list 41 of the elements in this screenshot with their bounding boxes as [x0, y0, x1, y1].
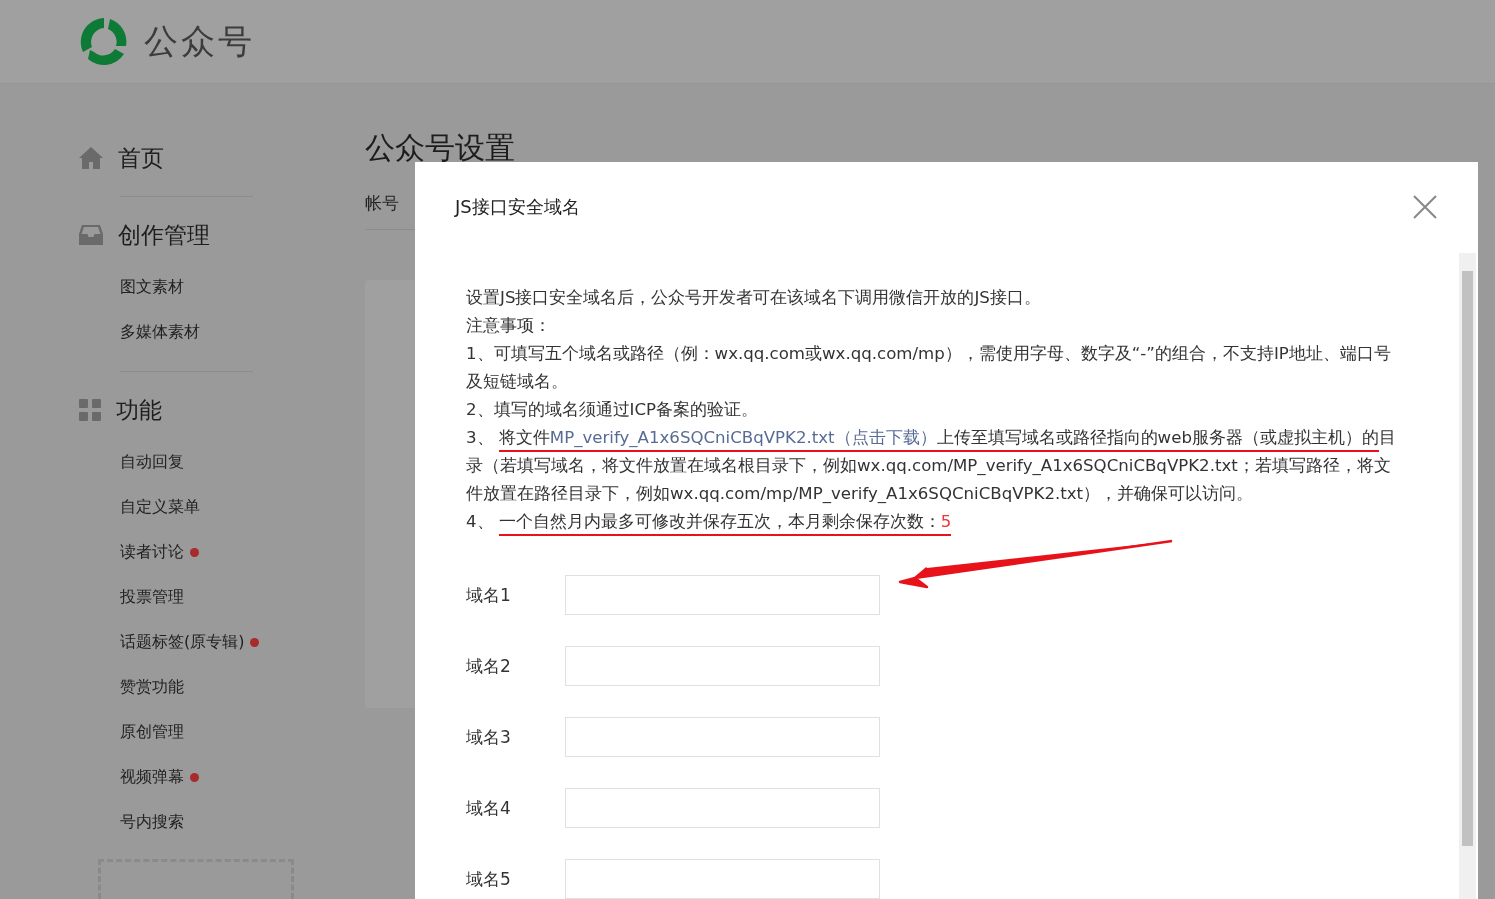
- notes-heading: 注意事项：: [466, 315, 552, 337]
- sidebar-section[interactable]: 首页: [78, 136, 365, 180]
- inbox-icon: [78, 224, 104, 246]
- sidebar-section[interactable]: 功能: [78, 388, 365, 432]
- download-link[interactable]: MP_verify_A1x6SQCniCBqVPK2.txt（点击下载）: [549, 428, 937, 447]
- logo-text: 公众号: [144, 19, 255, 63]
- field-label: 域名3: [466, 726, 512, 749]
- domain-input[interactable]: [565, 859, 880, 899]
- field-label: 域名2: [466, 655, 512, 678]
- sidebar-item[interactable]: 赞赏功能: [120, 677, 184, 698]
- sidebar-item[interactable]: 自定义菜单: [120, 497, 200, 518]
- domain-input[interactable]: [565, 575, 880, 615]
- scrollbar[interactable]: [1459, 253, 1476, 899]
- sidebar-item[interactable]: 投票管理: [120, 587, 184, 608]
- domain-input[interactable]: [565, 788, 880, 828]
- note-text: 2、填写的域名须通过ICP备案的验证。: [466, 399, 760, 421]
- tab[interactable]: 帐号: [365, 193, 399, 213]
- dialog-title: JS接口安全域名: [455, 195, 580, 219]
- note-text: 4、 一个自然月内最多可修改并保存五次，本月剩余保存次数：5: [466, 508, 1405, 536]
- field-label: 域名5: [466, 868, 512, 891]
- domain-input[interactable]: [565, 646, 880, 686]
- close-button[interactable]: [1412, 194, 1438, 220]
- note-text: 3、 将文件MP_verify_A1x6SQCniCBqVPK2.txt（点击下载）上传至填写域名或路径指向的web服务器（或虚拟主机）的目录（若填写域名，将文件放置在域名根目录下，例如wx.qq.com/MP_verify_A1x6SQCniCBqVPK2.txt；若填写路径，将文件放置在路径目录下，例如wx.qq.com/mp/MP_verify_A1x6SQCniCBqVPK2.txt），并确保可以访问。: [466, 427, 1397, 505]
- sidebar-item[interactable]: 多媒体素材: [120, 322, 200, 343]
- sidebar-item[interactable]: 读者讨论: [120, 542, 184, 563]
- sidebar-item[interactable]: 号内搜索: [120, 812, 184, 833]
- sidebar-section[interactable]: 创作管理: [78, 213, 365, 257]
- sidebar-item[interactable]: 图文素材: [120, 277, 184, 298]
- sidebar-item[interactable]: 视频弹幕: [120, 767, 184, 788]
- remaining-count: 5: [940, 512, 952, 531]
- grid-icon: [78, 398, 102, 422]
- sidebar-item[interactable]: 原创管理: [120, 722, 184, 743]
- sidebar-item[interactable]: 话题标签(原专辑): [120, 632, 245, 653]
- domain-input[interactable]: [565, 717, 880, 757]
- field-label: 域名4: [466, 797, 512, 820]
- intro-text: 设置JS接口安全域名后，公众号开发者可在该域名下调用微信开放的JS接口。: [466, 287, 1042, 309]
- page-title: 公众号设置: [365, 129, 516, 167]
- field-label: 域名1: [466, 584, 512, 607]
- note-text: 1、可填写五个域名或路径（例：wx.qq.com或wx.qq.com/mp），需使用字母、数字及“-”的组合，不支持IP地址、端口号及短链域名。: [466, 343, 1392, 393]
- home-icon: [78, 146, 104, 170]
- sidebar-item[interactable]: 自动回复: [120, 452, 184, 473]
